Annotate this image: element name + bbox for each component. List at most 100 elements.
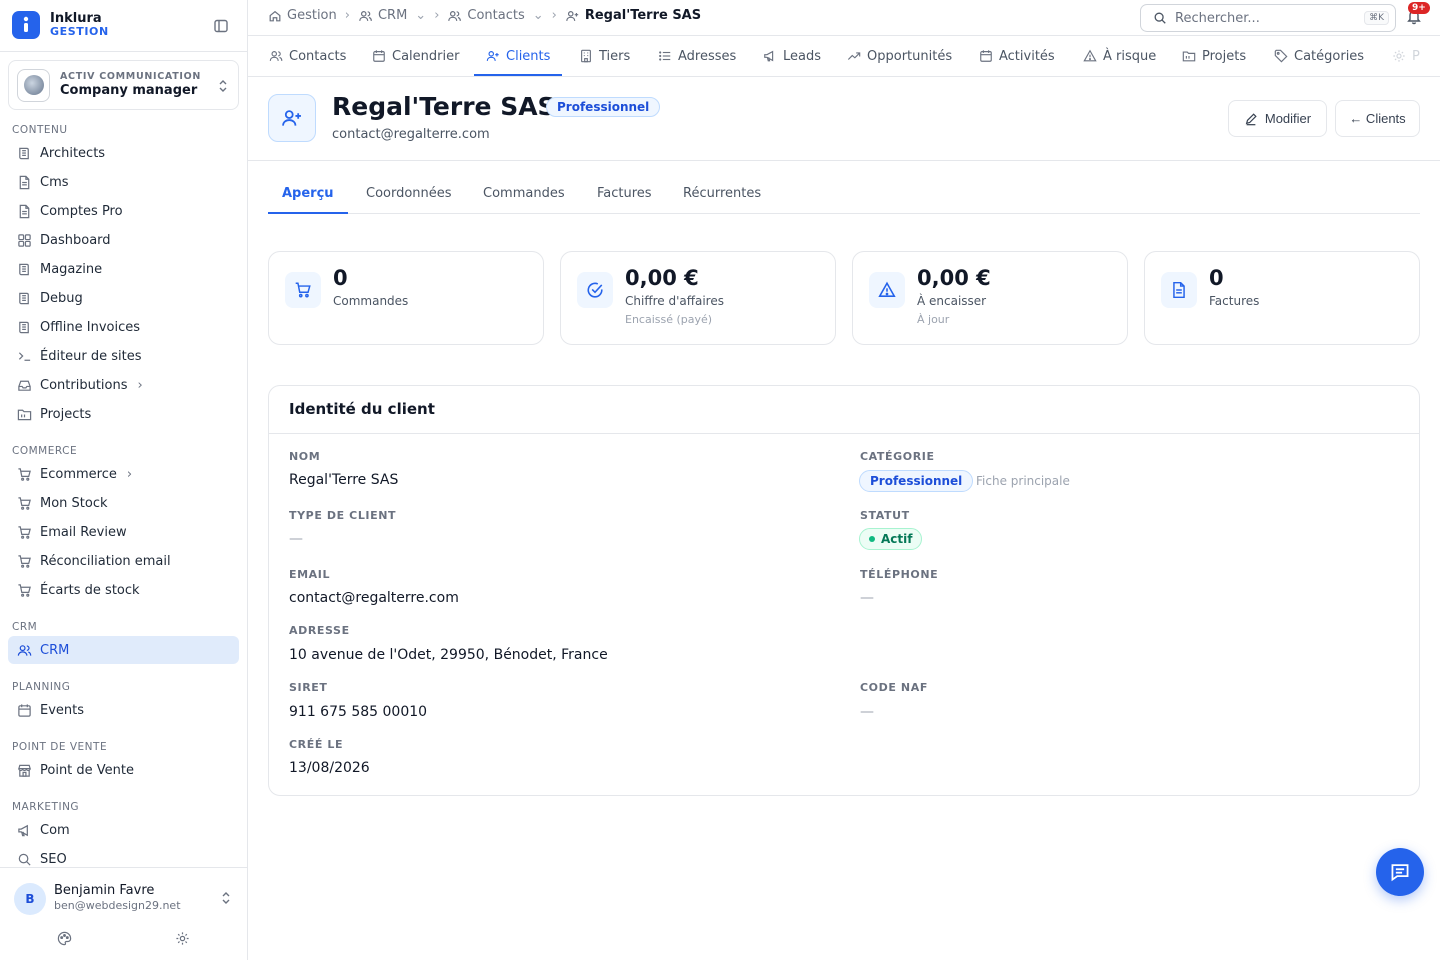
chevrons-up-down-icon[interactable] xyxy=(219,890,233,906)
tab-projets[interactable]: Projets xyxy=(1182,36,1246,76)
tab-a-risque[interactable]: À risque xyxy=(1083,36,1156,76)
sidebar-item-ecommerce[interactable]: Ecommerce › xyxy=(8,460,239,488)
tab-activites[interactable]: Activités xyxy=(979,36,1055,76)
status-dot xyxy=(869,536,875,542)
stat-sublabel: Encaissé (payé) xyxy=(625,313,713,326)
users-icon xyxy=(359,10,372,21)
sidebar-item-comptes-pro[interactable]: Comptes Pro xyxy=(8,197,239,225)
user-menu[interactable]: B Benjamin Favre ben@webdesign29.net xyxy=(0,867,247,960)
sidebar-item-contributions[interactable]: Contributions › xyxy=(8,371,239,399)
palette-icon[interactable] xyxy=(57,931,72,946)
tab-opportunites[interactable]: Opportunités xyxy=(847,36,952,76)
users-icon xyxy=(269,49,289,63)
tab-label: Leads xyxy=(783,48,822,64)
avatar: B xyxy=(14,883,46,915)
sidebar-item-crm[interactable]: CRM xyxy=(8,636,239,664)
book-icon xyxy=(16,319,32,335)
user-plus-icon xyxy=(268,94,316,142)
stat-label: Factures xyxy=(1209,294,1260,308)
topbar: Gestion › CRM ⌄ › Contacts ⌄ › Regal'Ter… xyxy=(248,0,1440,35)
sidebar-section-point-de-vente: POINT DE VENTE xyxy=(12,741,108,753)
field-value-cree: 13/08/2026 xyxy=(289,760,370,776)
tab-label: À risque xyxy=(1103,48,1157,64)
chat-button[interactable] xyxy=(1376,848,1424,896)
tab-categories[interactable]: Catégories xyxy=(1274,36,1364,76)
sidebar-item-magazine[interactable]: Magazine xyxy=(8,255,239,283)
sidebar-item-com[interactable]: Com xyxy=(8,816,239,844)
tab-clients[interactable]: Clients xyxy=(473,36,563,76)
sidebar-item-reconciliation-email[interactable]: Réconciliation email xyxy=(8,547,239,575)
tab-label: P xyxy=(1412,48,1420,64)
sidebar-item-label: Ecommerce xyxy=(40,466,117,482)
field-value-adresse: 10 avenue de l'Odet, 29950, Bénodet, Fra… xyxy=(289,647,608,663)
file-icon xyxy=(1161,272,1197,308)
breadcrumb-label: Contacts xyxy=(467,8,525,23)
breadcrumb-crm[interactable]: CRM ⌄ xyxy=(358,8,426,23)
stat-card-a-encaisser: 0,00 € À encaisser À jour xyxy=(852,251,1128,345)
sidebar-toggle-icon[interactable] xyxy=(213,18,229,34)
sidebar-item-architects[interactable]: Architects xyxy=(8,139,239,167)
tab-factures[interactable]: Factures xyxy=(597,186,652,201)
stat-sublabel: À jour xyxy=(917,313,950,326)
client-category-badge: Professionnel xyxy=(546,97,661,117)
stat-card-commandes: 0 Commandes xyxy=(268,251,544,345)
back-button-label: ← Clients xyxy=(1349,111,1406,126)
sidebar-item-label: CRM xyxy=(40,642,70,658)
user-name: Benjamin Favre xyxy=(54,883,155,898)
sidebar-divider xyxy=(0,51,247,52)
sidebar-item-seo[interactable]: SEO xyxy=(8,845,239,868)
organization-switcher[interactable]: ACTIV COMMUNICATION Company manager xyxy=(8,60,239,110)
inbox-icon xyxy=(16,377,32,393)
stat-card-chiffre-affaires: 0,00 € Chiffre d'affaires Encaissé (payé… xyxy=(560,251,836,345)
status-label: Actif xyxy=(881,532,913,546)
home-icon xyxy=(269,10,281,21)
sidebar-item-point-de-vente[interactable]: Point de Vente xyxy=(8,756,239,784)
organization-role: Company manager xyxy=(60,82,198,98)
tab-adresses[interactable]: Adresses xyxy=(658,36,736,76)
search-box[interactable]: ⌘K xyxy=(1140,4,1396,32)
back-to-clients-button[interactable]: ← Clients xyxy=(1335,100,1420,137)
sidebar-item-projects[interactable]: Projects xyxy=(8,400,239,428)
sidebar-item-email-review[interactable]: Email Review xyxy=(8,518,239,546)
client-email: contact@regalterre.com xyxy=(332,127,490,142)
sidebar-item-mon-stock[interactable]: Mon Stock xyxy=(8,489,239,517)
sidebar-nav[interactable]: CONTENU Architects Cms Comptes Pro Dashboard… xyxy=(0,118,247,868)
tab-commandes[interactable]: Commandes xyxy=(483,186,565,201)
tab-contacts[interactable]: Contacts xyxy=(269,36,346,76)
organization-logo xyxy=(17,68,50,102)
book-icon xyxy=(16,290,32,306)
sidebar-item-debug[interactable]: Debug xyxy=(8,284,239,312)
search-input[interactable] xyxy=(1175,10,1355,26)
chevron-right-icon: › xyxy=(137,377,143,393)
document-icon xyxy=(16,174,32,190)
tab-calendrier[interactable]: Calendrier xyxy=(372,36,459,76)
gear-icon[interactable] xyxy=(175,931,190,946)
sidebar-section-marketing: MARKETING xyxy=(12,801,80,813)
list-icon xyxy=(658,49,678,63)
breadcrumb-gestion[interactable]: Gestion xyxy=(268,8,337,23)
tab-label: Activités xyxy=(999,48,1055,64)
field-label-cree: CRÉÉ LE xyxy=(289,738,344,751)
breadcrumb-contacts[interactable]: Contacts ⌄ xyxy=(447,8,544,23)
document-icon xyxy=(16,203,32,219)
field-value-naf: — xyxy=(860,704,874,720)
tab-coordonnees[interactable]: Coordonnées xyxy=(366,186,452,201)
tab-apercu[interactable]: Aperçu xyxy=(282,186,334,201)
brand[interactable]: Inklura GESTION xyxy=(12,11,109,39)
tab-tiers[interactable]: Tiers xyxy=(579,36,630,76)
sidebar-item-dashboard[interactable]: Dashboard xyxy=(8,226,239,254)
sidebar-item-editeur-de-sites[interactable]: Éditeur de sites xyxy=(8,342,239,370)
edit-button[interactable]: Modifier xyxy=(1228,100,1327,137)
tab-label: Clients xyxy=(506,48,551,64)
sidebar-item-events[interactable]: Events xyxy=(8,696,239,724)
tab-p[interactable]: P xyxy=(1392,36,1420,76)
cart-icon xyxy=(16,553,32,569)
tab-recurrentes[interactable]: Récurrentes xyxy=(683,186,761,201)
field-label-naf: CODE NAF xyxy=(860,681,928,694)
user-plus-icon xyxy=(486,49,506,63)
sidebar-item-offline-invoices[interactable]: Offline Invoices xyxy=(8,313,239,341)
sidebar-item-ecarts-de-stock[interactable]: Écarts de stock xyxy=(8,576,239,604)
sidebar-item-cms[interactable]: Cms xyxy=(8,168,239,196)
field-label-telephone: TÉLÉPHONE xyxy=(860,568,939,581)
tab-leads[interactable]: Leads xyxy=(763,36,821,76)
